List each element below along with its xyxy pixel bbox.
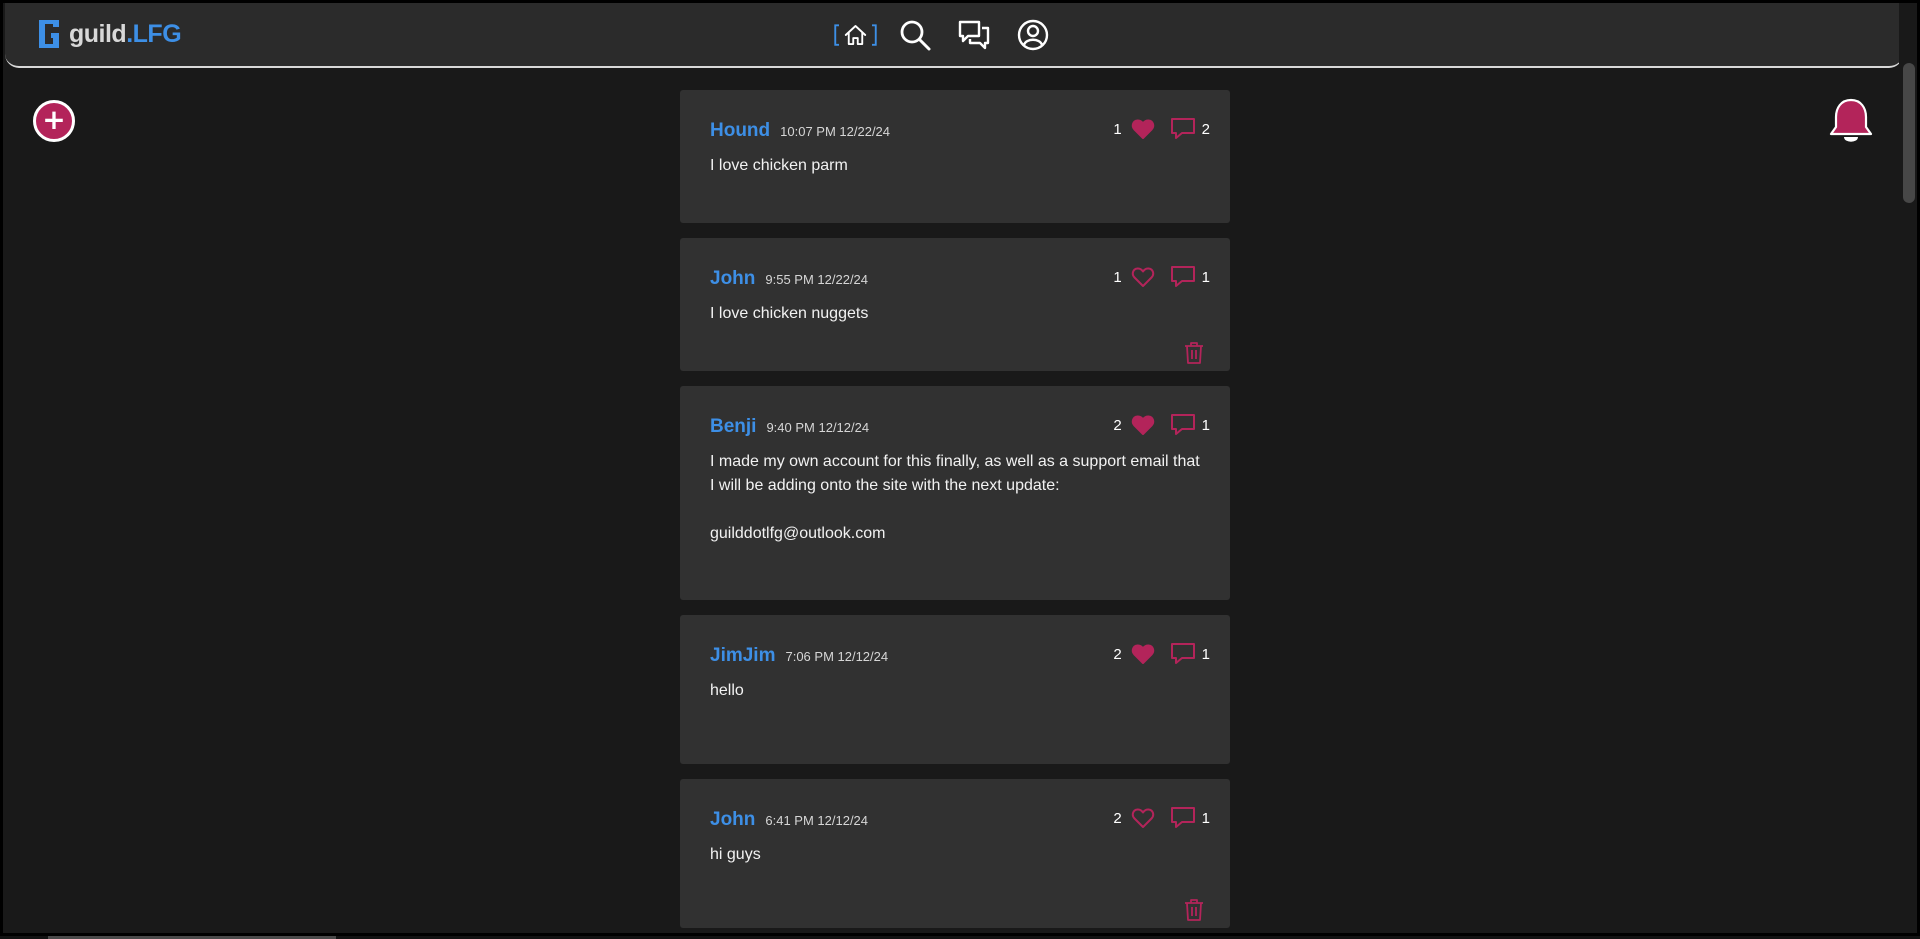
post-timestamp: 9:40 PM 12/12/24 <box>766 420 870 435</box>
create-post-button[interactable]: + <box>33 100 75 142</box>
nav-messages-button[interactable] <box>951 17 996 53</box>
post-actions: 1 2 <box>1113 116 1210 142</box>
like-count: 2 <box>1113 416 1122 434</box>
logo[interactable]: guild.LFG <box>37 17 182 51</box>
comment-count: 1 <box>1201 809 1210 827</box>
post-author[interactable]: JimJim <box>710 645 775 667</box>
heart-icon[interactable] <box>1131 118 1155 140</box>
like-count: 1 <box>1113 268 1122 286</box>
post-author[interactable]: Hound <box>710 120 770 142</box>
post-timestamp: 6:41 PM 12/12/24 <box>765 813 869 828</box>
search-icon <box>900 20 930 51</box>
post-body: I made my own account for this finally, … <box>710 453 1200 542</box>
user-circle-icon <box>1017 19 1048 51</box>
top-navbar: guild.LFG <box>5 3 1903 68</box>
post-body: I love chicken nuggets <box>710 305 869 322</box>
plus-icon: + <box>42 102 66 136</box>
post-card: John 6:41 PM 12/12/24 2 1 hi guys <box>680 779 1230 928</box>
comment-icon[interactable] <box>1170 806 1196 830</box>
scrollbar-thumb[interactable] <box>1903 63 1915 203</box>
post-actions: 1 1 <box>1113 264 1210 290</box>
comment-count: 1 <box>1201 268 1210 286</box>
post-body: I love chicken parm <box>710 157 848 174</box>
post-timestamp: 9:55 PM 12/22/24 <box>765 272 869 287</box>
nav-home-button[interactable] <box>833 17 878 53</box>
post-timestamp: 7:06 PM 12/12/24 <box>785 649 889 664</box>
post-actions: 2 1 <box>1113 805 1210 831</box>
trash-icon[interactable] <box>1183 341 1205 365</box>
comment-icon[interactable] <box>1170 117 1196 141</box>
trash-icon[interactable] <box>1183 898 1205 922</box>
comment-count: 1 <box>1201 416 1210 434</box>
app-window: guild.LFG + Hound 10:07 PM 12/22/24 1 2 … <box>3 3 1917 933</box>
post-feed: Hound 10:07 PM 12/22/24 1 2 I love chick… <box>680 90 1230 928</box>
nav-profile-button[interactable] <box>1010 17 1055 53</box>
heart-icon[interactable] <box>1131 414 1155 436</box>
comment-icon[interactable] <box>1170 413 1196 437</box>
comment-icon[interactable] <box>1170 265 1196 289</box>
nav-search-button[interactable] <box>892 17 937 53</box>
comment-icon[interactable] <box>1170 642 1196 666</box>
post-actions: 2 1 <box>1113 412 1210 438</box>
post-card: Benji 9:40 PM 12/12/24 2 1 I made my own… <box>680 386 1230 600</box>
logo-text-lfg: .LFG <box>126 19 182 48</box>
vertical-scrollbar[interactable] <box>1899 3 1917 933</box>
post-timestamp: 10:07 PM 12/22/24 <box>780 124 891 139</box>
post-body: hello <box>710 682 744 699</box>
post-author[interactable]: Benji <box>710 416 756 438</box>
heart-icon[interactable] <box>1131 266 1155 288</box>
heart-icon[interactable] <box>1131 643 1155 665</box>
like-count: 2 <box>1113 809 1122 827</box>
logo-text-guild: guild <box>69 19 127 48</box>
chat-bubbles-icon <box>958 20 989 50</box>
bell-icon[interactable] <box>1828 97 1874 145</box>
comment-count: 2 <box>1201 120 1210 138</box>
comment-count: 1 <box>1201 645 1210 663</box>
like-count: 1 <box>1113 120 1122 138</box>
post-author[interactable]: John <box>710 268 755 290</box>
post-author[interactable]: John <box>710 809 755 831</box>
logo-text: guild.LFG <box>69 19 182 49</box>
post-card: JimJim 7:06 PM 12/12/24 2 1 hello <box>680 615 1230 764</box>
guild-logo-icon <box>39 20 59 48</box>
home-icon <box>834 24 877 46</box>
post-actions: 2 1 <box>1113 641 1210 667</box>
post-card: Hound 10:07 PM 12/22/24 1 2 I love chick… <box>680 90 1230 223</box>
post-card: John 9:55 PM 12/22/24 1 1 I love chicken… <box>680 238 1230 371</box>
main-nav <box>833 17 1055 53</box>
post-body: hi guys <box>710 846 761 863</box>
like-count: 2 <box>1113 645 1122 663</box>
heart-icon[interactable] <box>1131 807 1155 829</box>
